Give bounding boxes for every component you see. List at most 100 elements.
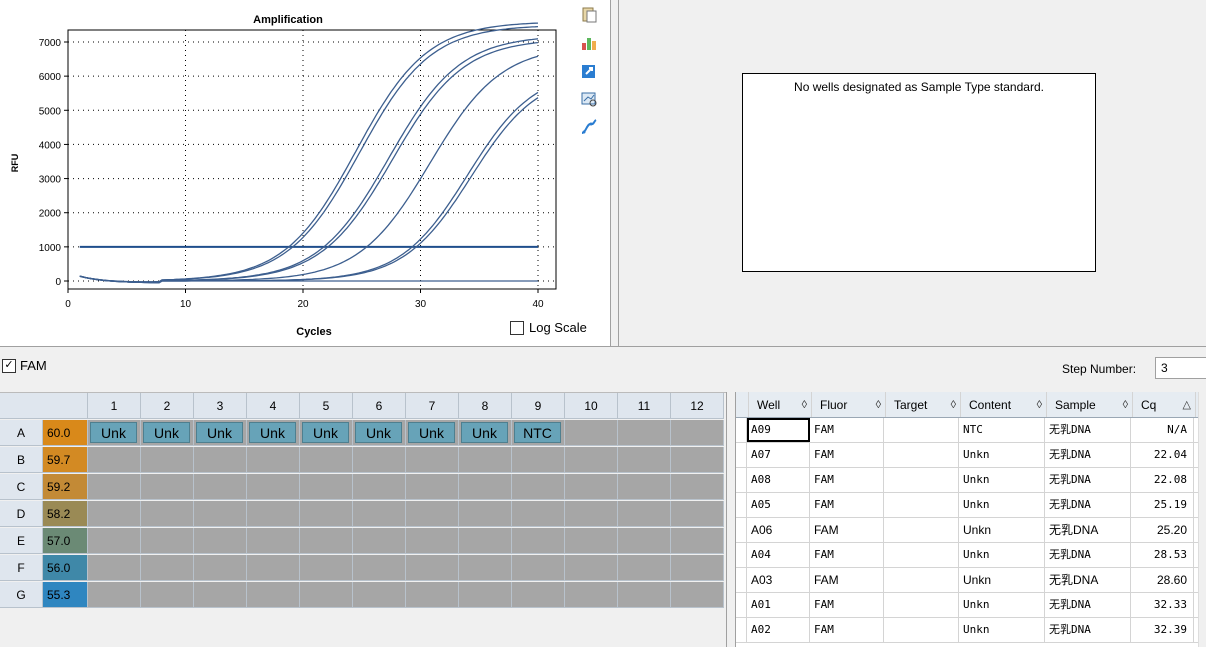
table-row[interactable]: A09 FAM NTC 无乳DNA N/A xyxy=(736,418,1206,443)
cell-fluor[interactable]: FAM xyxy=(810,518,884,542)
cell-well[interactable]: A06 xyxy=(747,518,810,542)
plate-well[interactable] xyxy=(618,582,671,608)
cell-target[interactable] xyxy=(884,418,959,442)
log-scale-checkbox[interactable] xyxy=(510,320,524,335)
row-selector[interactable] xyxy=(736,543,747,567)
table-row[interactable]: A06 FAM Unkn 无乳DNA 25.20 xyxy=(736,518,1206,543)
plate-column-header[interactable]: 2 xyxy=(141,393,194,419)
cell-cq[interactable]: 32.33 xyxy=(1131,593,1194,617)
cell-well[interactable]: A03 xyxy=(747,568,810,592)
cell-fluor[interactable]: FAM xyxy=(810,418,884,442)
cell-well[interactable]: A05 xyxy=(747,493,810,517)
plate-well[interactable] xyxy=(459,582,512,608)
plate-well[interactable] xyxy=(406,447,459,473)
export-icon[interactable] xyxy=(578,60,600,82)
column-header-cq[interactable]: Cq △ xyxy=(1133,392,1196,417)
cell-target[interactable] xyxy=(884,568,959,592)
plate-well[interactable] xyxy=(671,474,724,500)
plate-well[interactable] xyxy=(459,501,512,527)
plate-well[interactable]: Unk xyxy=(88,420,141,446)
plate-column-header[interactable]: 1 xyxy=(88,393,141,419)
plate-well[interactable] xyxy=(565,474,618,500)
plate-well[interactable] xyxy=(565,528,618,554)
column-header-target[interactable]: Target ◊ xyxy=(886,392,961,417)
cell-content[interactable]: Unkn xyxy=(959,493,1045,517)
cell-cq[interactable]: 22.04 xyxy=(1131,443,1194,467)
cell-cq[interactable]: 25.20 xyxy=(1131,518,1194,542)
zoom-chart-icon[interactable] xyxy=(578,88,600,110)
plate-well[interactable] xyxy=(459,474,512,500)
table-row[interactable]: A07 FAM Unkn 无乳DNA 22.04 xyxy=(736,443,1206,468)
vertical-splitter[interactable] xyxy=(610,0,619,346)
plate-well[interactable] xyxy=(565,447,618,473)
row-selector[interactable] xyxy=(736,493,747,517)
cell-cq[interactable]: 25.19 xyxy=(1131,493,1194,517)
column-header-sample[interactable]: Sample ◊ xyxy=(1047,392,1133,417)
row-selector[interactable] xyxy=(736,468,747,492)
row-selector[interactable] xyxy=(736,593,747,617)
plate-well[interactable] xyxy=(194,555,247,581)
cell-content[interactable]: Unkn xyxy=(959,618,1045,642)
plate-well[interactable]: Unk xyxy=(406,420,459,446)
cell-content[interactable]: Unkn xyxy=(959,443,1045,467)
plate-well[interactable] xyxy=(618,447,671,473)
cell-content[interactable]: Unkn xyxy=(959,518,1045,542)
cell-sample[interactable]: 无乳DNA xyxy=(1045,618,1131,642)
plate-well[interactable] xyxy=(247,501,300,527)
cell-content[interactable]: Unkn xyxy=(959,593,1045,617)
cell-content[interactable]: NTC xyxy=(959,418,1045,442)
row-selector[interactable] xyxy=(736,443,747,467)
copy-icon[interactable] xyxy=(578,4,600,26)
cell-target[interactable] xyxy=(884,468,959,492)
plate-well[interactable] xyxy=(512,528,565,554)
cell-cq[interactable]: 28.53 xyxy=(1131,543,1194,567)
plate-well[interactable] xyxy=(88,528,141,554)
plate-well[interactable] xyxy=(88,501,141,527)
cell-sample[interactable]: 无乳DNA xyxy=(1045,493,1131,517)
cell-sample[interactable]: 无乳DNA xyxy=(1045,543,1131,567)
plate-well[interactable] xyxy=(141,501,194,527)
plate-well[interactable]: Unk xyxy=(353,420,406,446)
table-row[interactable]: A05 FAM Unkn 无乳DNA 25.19 xyxy=(736,493,1206,518)
plate-column-header[interactable]: 11 xyxy=(618,393,671,419)
plate-row-header[interactable]: F xyxy=(0,555,43,581)
plate-well[interactable]: Unk xyxy=(194,420,247,446)
plate-column-header[interactable]: 8 xyxy=(459,393,512,419)
plate-well[interactable] xyxy=(565,501,618,527)
cell-sample[interactable]: 无乳DNA xyxy=(1045,568,1131,592)
cell-well[interactable]: A07 xyxy=(747,443,810,467)
plate-well[interactable] xyxy=(406,582,459,608)
cell-well[interactable]: A08 xyxy=(747,468,810,492)
plate-well[interactable] xyxy=(512,501,565,527)
plate-well[interactable] xyxy=(300,555,353,581)
plate-well[interactable] xyxy=(671,555,724,581)
cell-target[interactable] xyxy=(884,493,959,517)
plate-column-header[interactable]: 6 xyxy=(353,393,406,419)
step-number-select[interactable]: 3 xyxy=(1155,357,1206,379)
plate-well[interactable] xyxy=(194,474,247,500)
plate-well[interactable] xyxy=(247,582,300,608)
chart-colors-icon[interactable] xyxy=(578,32,600,54)
cell-target[interactable] xyxy=(884,618,959,642)
plate-well[interactable] xyxy=(247,555,300,581)
cell-cq[interactable]: 32.39 xyxy=(1131,618,1194,642)
cell-target[interactable] xyxy=(884,593,959,617)
cell-well[interactable]: A04 xyxy=(747,543,810,567)
plate-well[interactable] xyxy=(512,582,565,608)
table-row[interactable]: A03 FAM Unkn 无乳DNA 28.60 xyxy=(736,568,1206,593)
table-row[interactable]: A01 FAM Unkn 无乳DNA 32.33 xyxy=(736,593,1206,618)
cell-fluor[interactable]: FAM xyxy=(810,443,884,467)
cell-sample[interactable]: 无乳DNA xyxy=(1045,468,1131,492)
plate-well[interactable] xyxy=(565,582,618,608)
plate-well[interactable] xyxy=(671,501,724,527)
table-row[interactable]: A08 FAM Unkn 无乳DNA 22.08 xyxy=(736,468,1206,493)
cell-target[interactable] xyxy=(884,518,959,542)
plate-well[interactable] xyxy=(247,528,300,554)
plate-well[interactable]: Unk xyxy=(459,420,512,446)
plate-results-splitter[interactable] xyxy=(726,392,736,647)
plate-well[interactable] xyxy=(300,447,353,473)
plate-well[interactable] xyxy=(565,420,618,446)
plate-well[interactable] xyxy=(141,447,194,473)
fam-toggle[interactable]: ✓ FAM xyxy=(2,358,47,373)
plate-well[interactable] xyxy=(353,528,406,554)
